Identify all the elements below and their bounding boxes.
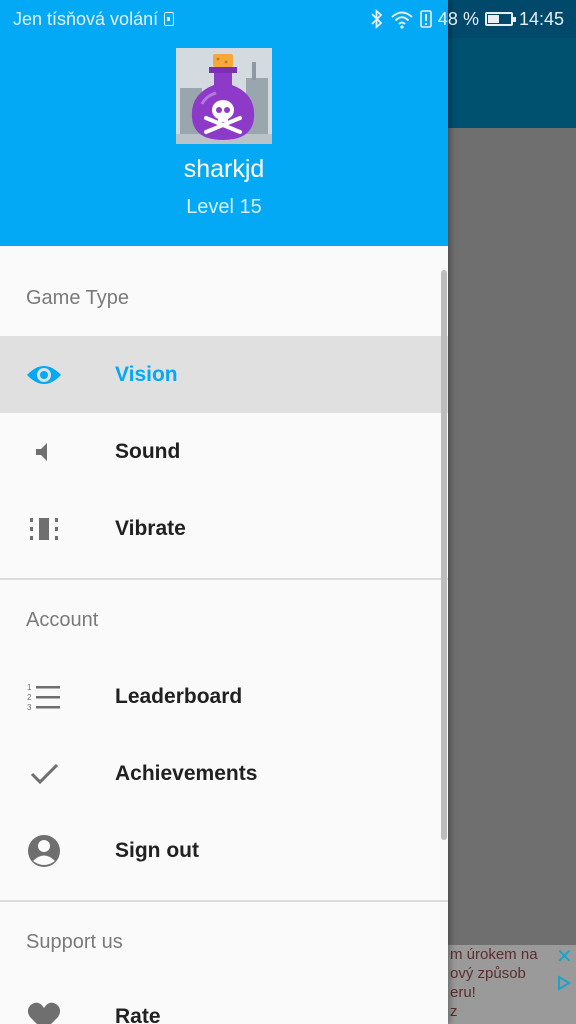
menu-item-achievements[interactable]: Achievements <box>0 735 448 812</box>
user-level: Level 15 <box>186 196 262 218</box>
eye-icon <box>26 357 62 393</box>
avatar-image <box>176 48 272 144</box>
menu-item-label: Vibrate <box>115 517 186 540</box>
menu-item-vibrate[interactable]: Vibrate <box>0 490 448 567</box>
wifi-icon <box>391 11 413 29</box>
ad-close-icon[interactable]: ✕ <box>556 947 573 967</box>
heart-icon <box>26 999 62 1024</box>
menu-item-sound[interactable]: Sound <box>0 413 448 490</box>
numbered-list-icon: 1 2 3 <box>26 679 62 715</box>
svg-text:3: 3 <box>27 703 32 712</box>
menu-item-label: Achievements <box>115 762 258 785</box>
menu-item-sign-out[interactable]: Sign out <box>0 812 448 889</box>
section-title-game-type: Game Type <box>26 287 130 309</box>
account-circle-icon <box>26 833 62 869</box>
menu-item-vision[interactable]: Vision <box>0 336 448 413</box>
navigation-drawer: sharkjd Level 15 Game Type Vision Sound <box>0 0 448 1024</box>
divider <box>0 578 448 580</box>
username: sharkjd <box>183 155 265 183</box>
drawer-scrollbar[interactable] <box>441 270 447 840</box>
poison-bottle-icon[interactable] <box>176 48 272 144</box>
check-icon <box>26 756 62 792</box>
menu-item-label: Sound <box>115 440 181 463</box>
menu-item-leaderboard[interactable]: 1 2 3 Leaderboard <box>0 658 448 735</box>
divider <box>0 900 448 902</box>
menu-item-label: Sign out <box>115 839 199 862</box>
menu-item-label: Rate <box>115 1005 161 1024</box>
vibrate-icon <box>26 511 62 547</box>
alert-icon <box>420 10 432 28</box>
clock: 14:45 <box>518 9 564 29</box>
menu-item-rate[interactable]: Rate <box>0 978 448 1024</box>
bluetooth-icon <box>371 9 383 29</box>
sim-icon <box>164 12 175 26</box>
carrier-text: Jen tísňová volání <box>13 9 159 29</box>
section-title-support: Support us <box>26 931 123 953</box>
ad-banner[interactable]: m úrokem na ový způsob eru! z ✕ <box>448 945 576 1024</box>
svg-text:1: 1 <box>27 683 32 692</box>
menu-item-label: Leaderboard <box>115 685 243 708</box>
battery-fill <box>487 15 499 23</box>
status-bar: Jen tísňová volání 48 % 14:45 <box>0 0 576 38</box>
battery-percent: 48 % <box>437 9 479 29</box>
speaker-icon <box>26 434 62 470</box>
ad-text: m úrokem na ový způsob eru! z <box>450 946 538 1020</box>
ad-choices-icon[interactable] <box>556 975 572 991</box>
svg-text:2: 2 <box>27 693 32 702</box>
section-title-account: Account <box>26 609 99 631</box>
battery-icon <box>484 12 516 26</box>
menu-item-label: Vision <box>115 363 178 386</box>
